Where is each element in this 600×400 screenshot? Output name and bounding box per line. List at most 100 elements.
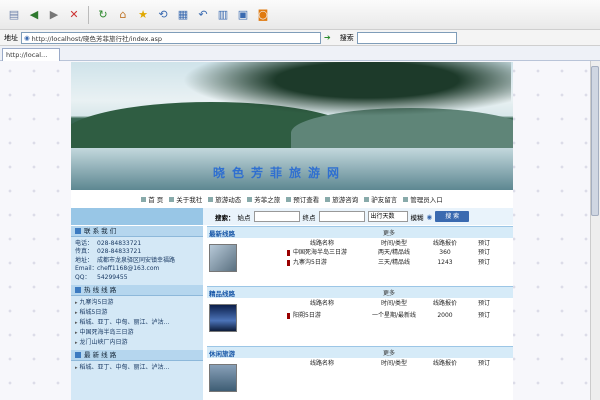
back-icon[interactable]: ◀	[26, 7, 42, 23]
route-thumbnail[interactable]	[209, 304, 237, 332]
days-select[interactable]: 出行天数	[367, 211, 408, 222]
col-header-price: 线路报价	[432, 300, 457, 307]
new-routes-heading: 最 新 线 路	[71, 350, 203, 362]
col-header-name: 线路名称	[309, 240, 334, 247]
nav-label: 关于我社	[176, 195, 203, 204]
address-value: http://localhost/晓色芳菲旅行社/index.asp	[31, 34, 162, 43]
list-item[interactable]: 中国死海半岛三日游	[75, 328, 199, 338]
auto-label: 模糊	[410, 213, 424, 222]
table-row: 阳朔5日游	[287, 312, 321, 320]
nav-label: 管理员入口	[410, 195, 443, 204]
more-link[interactable]: 更多	[383, 228, 395, 237]
nav-item-tours[interactable]: 芳菲之旅	[247, 194, 280, 204]
banner-tree	[151, 62, 511, 122]
more-link[interactable]: 更多	[383, 348, 395, 357]
list-item[interactable]: 稻城、亚丁、中甸、丽江、泸沽...	[75, 318, 199, 328]
contact-heading: 联 系 我 们	[71, 226, 203, 237]
go-icon[interactable]: ➔	[324, 33, 331, 42]
route-name[interactable]: 九寨沟5日游	[293, 259, 327, 266]
end-label: 终点	[302, 213, 316, 222]
list-item[interactable]: 九寨沟5日游	[75, 298, 199, 308]
browser-search-input[interactable]	[356, 31, 457, 44]
contact-key: QQ：	[75, 273, 91, 281]
nav-item-consult[interactable]: 旅游咨询	[325, 194, 358, 204]
col-header-time: 时间/类型	[380, 360, 408, 367]
route-thumbnail[interactable]	[209, 244, 237, 272]
tab-localhost[interactable]: http://local...	[2, 48, 60, 61]
end-input[interactable]	[318, 211, 365, 222]
nav-bullet-icon	[208, 197, 214, 202]
new-title: 最 新 线 路	[84, 351, 117, 360]
favorites-star-icon[interactable]: ★	[135, 7, 151, 23]
nav-label: 芳菲之旅	[254, 195, 281, 204]
scrollbar-thumb[interactable]	[591, 66, 599, 216]
main-nav: 首 页 关于我社 旅游动态 芳菲之旅 预订查看 旅游咨询 驴友留言 管理员入口	[71, 192, 513, 205]
contact-address: 地址： 成都市龙泉驿区同安镇幸福路	[75, 257, 199, 265]
stop-icon[interactable]: ✕	[66, 7, 82, 23]
save-icon[interactable]: ▦	[175, 7, 191, 23]
address-label: 地址	[4, 33, 18, 42]
start-label: 始点	[237, 213, 251, 222]
tab-bar: http://local...	[0, 46, 600, 61]
more-link[interactable]: 更多	[383, 288, 395, 297]
latest-routes-section: 最新线路 更多 线路名称 时间/类型 线路报价 预订 中国死海半岛三日游 两天/…	[207, 226, 513, 284]
section-title: 休闲旅游	[209, 349, 235, 358]
contact-key: 地址：	[75, 256, 94, 264]
route-name[interactable]: 中国死海半岛三日游	[293, 249, 347, 256]
table-row: 中国死海半岛三日游	[287, 249, 347, 257]
route-thumbnail[interactable]	[209, 364, 237, 392]
history-icon[interactable]: ⟲	[155, 7, 171, 23]
nav-bullet-icon	[141, 197, 147, 202]
forward-icon[interactable]: ▶	[46, 7, 62, 23]
section-heading: 最新线路 更多	[207, 226, 513, 238]
list-item[interactable]: 龙门山峡厂内日游	[75, 338, 199, 348]
col-header-book: 预订	[477, 360, 490, 367]
book-link[interactable]: 预订	[469, 249, 499, 257]
home-icon[interactable]: ⌂	[115, 7, 131, 23]
contact-title: 联 系 我 们	[84, 227, 117, 235]
book-link[interactable]: 预订	[469, 312, 499, 320]
section-body: 线路名称 时间/类型 线路报价 预订 中国死海半岛三日游 两天/精品线 360 …	[207, 238, 513, 284]
nav-item-news[interactable]: 旅游动态	[208, 194, 241, 204]
page-view-icon[interactable]: ▥	[215, 7, 231, 23]
contact-value[interactable]: cheff1168@163.com	[97, 265, 159, 272]
fuzzy-radio[interactable]: ◉	[427, 213, 433, 221]
list-item[interactable]: 稻城、亚丁、中甸、丽江、泸沽...	[75, 363, 199, 373]
nav-item-about[interactable]: 关于我社	[169, 194, 202, 204]
rss-icon[interactable]: ◙	[255, 7, 271, 23]
book-link[interactable]: 预订	[469, 259, 499, 267]
address-bar: 地址 ◉ http://localhost/晓色芳菲旅行社/index.asp …	[0, 30, 600, 46]
main-content: 最新线路 更多 线路名称 时间/类型 线路报价 预订 中国死海半岛三日游 两天/…	[207, 226, 513, 400]
route-price: 1243	[437, 259, 453, 266]
new-icon	[75, 352, 81, 359]
nav-bullet-icon	[169, 197, 175, 202]
search-label: 搜索	[339, 33, 354, 42]
pin-icon	[287, 259, 290, 266]
route-time: 三天/精品线	[377, 259, 411, 266]
nav-item-bookings[interactable]: 预订查看	[286, 194, 319, 204]
hot-routes-heading: 热 线 线 路	[71, 285, 203, 297]
nav-bullet-icon	[247, 197, 253, 202]
contact-value: 028-84833721	[97, 248, 142, 256]
new-page-icon[interactable]: ▤	[6, 7, 22, 23]
tools-icon[interactable]: ▣	[235, 7, 251, 23]
route-price: 360	[439, 249, 451, 256]
col-header-time: 时间/类型	[380, 240, 408, 247]
search-button[interactable]: 搜 索	[435, 211, 470, 222]
nav-item-admin[interactable]: 管理员入口	[403, 194, 443, 204]
nav-item-guestbook[interactable]: 驴友留言	[364, 194, 397, 204]
route-name[interactable]: 阳朔5日游	[293, 312, 321, 319]
col-header-name: 线路名称	[309, 300, 334, 307]
nav-item-home[interactable]: 首 页	[141, 194, 163, 204]
refresh-icon[interactable]: ↻	[95, 7, 111, 23]
nav-bullet-icon	[403, 197, 409, 202]
list-item[interactable]: 稻城5日游	[75, 308, 199, 318]
nav-label: 驴友留言	[371, 195, 398, 204]
address-input[interactable]: ◉ http://localhost/晓色芳菲旅行社/index.asp	[21, 31, 321, 44]
contact-value: 54299455	[97, 273, 128, 281]
nav-label: 旅游动态	[215, 195, 242, 204]
contact-fax: 传真： 028-84833721	[75, 248, 199, 256]
undo-icon[interactable]: ↶	[195, 7, 211, 23]
col-header-name: 线路名称	[309, 360, 334, 367]
start-input[interactable]	[253, 211, 300, 222]
